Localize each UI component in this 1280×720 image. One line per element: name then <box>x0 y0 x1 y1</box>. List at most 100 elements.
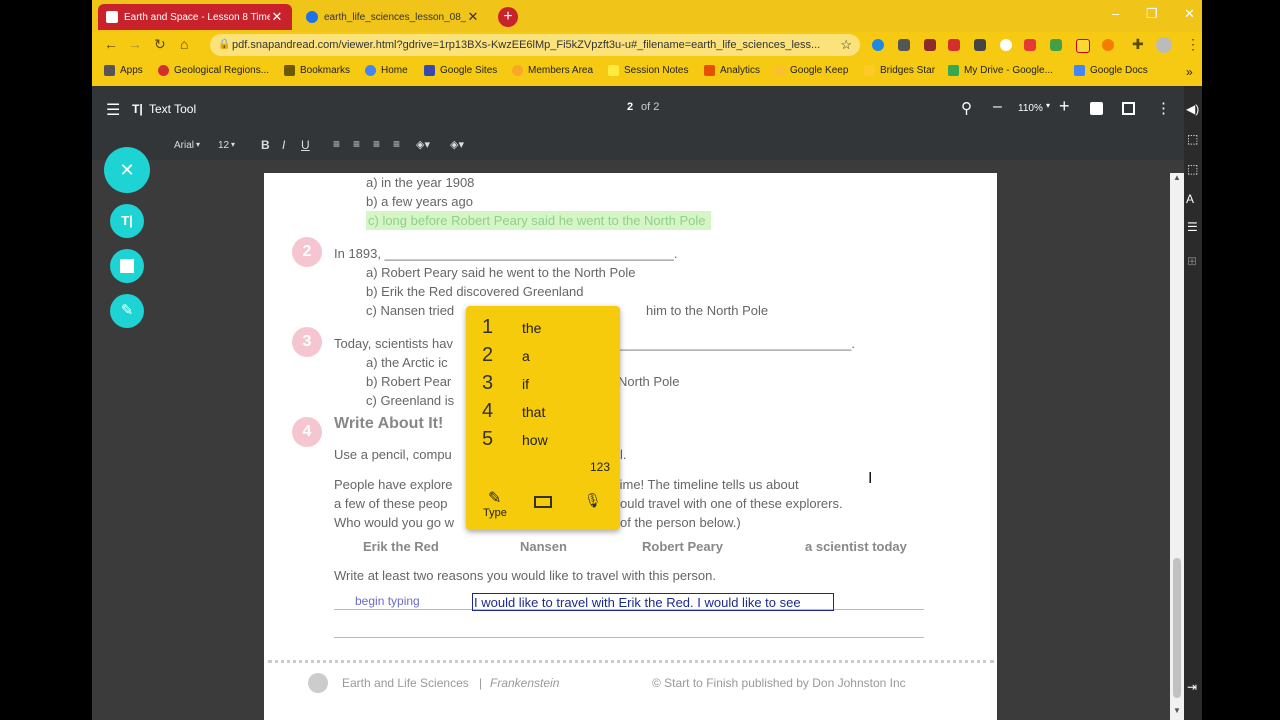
pdf-export-icon[interactable] <box>1122 102 1135 115</box>
numbering-toggle[interactable]: 123 <box>590 460 610 474</box>
speaker-icon[interactable]: ◀) <box>1186 102 1199 116</box>
more-bookmarks-chevron[interactable]: » <box>1186 65 1193 79</box>
close-window-button[interactable]: ✕ <box>1184 6 1195 22</box>
suggestion-item[interactable]: 1 the <box>466 314 620 342</box>
maximize-button[interactable]: ❐ <box>1146 6 1158 22</box>
extension-icon[interactable] <box>924 39 936 51</box>
shape-tool-button[interactable] <box>110 249 144 283</box>
exit-icon[interactable]: ⇥ <box>1187 680 1197 694</box>
suggestion-item[interactable]: 4 that <box>466 398 620 426</box>
menu-kebab-icon[interactable]: ⋮ <box>1186 36 1200 53</box>
bookmark-item[interactable]: Google Keep <box>774 65 848 76</box>
dictionary-book-icon[interactable] <box>534 496 552 508</box>
bookmark-item[interactable]: My Drive - Google... <box>948 65 1053 76</box>
bookmark-item[interactable]: Geological Regions... <box>158 65 269 76</box>
extension-icon[interactable] <box>1024 39 1036 51</box>
extension-icon[interactable] <box>872 39 884 51</box>
scroll-down-arrow[interactable]: ▼ <box>1173 706 1181 715</box>
reload-icon[interactable]: ↻ <box>154 36 166 53</box>
extension-icon[interactable] <box>1102 39 1114 51</box>
menu-kebab-icon[interactable]: ⋮ <box>1156 99 1171 117</box>
extension-icon[interactable] <box>974 39 986 51</box>
q2-option-b: b) Erik the Red discovered Greenland <box>366 284 584 299</box>
bookmark-item[interactable]: Google Sites <box>424 65 497 76</box>
align-center-icon[interactable]: ≡ <box>353 137 360 151</box>
align-right-icon[interactable]: ≡ <box>373 137 380 151</box>
close-tools-button[interactable]: ✕ <box>104 147 150 193</box>
italic-button[interactable]: I <box>282 138 285 152</box>
back-icon[interactable]: ← <box>104 36 118 52</box>
bookmarks-bar: Apps Geological Regions... Bookmarks Hom… <box>92 58 1202 86</box>
scroll-up-arrow[interactable]: ▲ <box>1173 173 1181 182</box>
tab-earth-and-space[interactable]: Earth and Space - Lesson 8 Time ✕ <box>98 4 292 30</box>
google-sites-icon <box>424 65 435 76</box>
font-settings-icon[interactable]: A <box>1186 192 1194 206</box>
bookmark-apps[interactable]: Apps <box>104 65 143 76</box>
microphone-icon[interactable]: 🎙 <box>584 492 602 509</box>
extension-icon[interactable] <box>1050 39 1062 51</box>
type-button[interactable]: Type <box>483 507 507 519</box>
home-icon[interactable]: ⌂ <box>180 36 188 52</box>
extension-icon[interactable] <box>1000 39 1012 51</box>
justify-icon[interactable]: ≡ <box>393 137 400 151</box>
browser-window: Earth and Space - Lesson 8 Time ✕ earth_… <box>92 0 1202 720</box>
font-select[interactable]: Arial <box>174 140 194 151</box>
bookmark-item[interactable]: Bookmarks <box>284 65 350 76</box>
close-tab-icon[interactable]: ✕ <box>466 9 480 25</box>
pen-tool-button[interactable]: ✎ <box>110 294 144 328</box>
q3-option-c: c) Greenland is <box>366 393 455 408</box>
selection-icon[interactable]: ⬚ <box>1187 132 1198 146</box>
bookmark-item[interactable]: Bridges Star <box>864 65 935 76</box>
new-tab-button[interactable]: + <box>498 7 518 27</box>
minimize-button[interactable]: – <box>1112 6 1119 21</box>
typed-text-box[interactable]: I would like to travel with Erik the Red… <box>472 593 834 611</box>
forward-icon[interactable]: → <box>128 36 142 52</box>
footer-series: Earth and Life Sciences <box>342 676 469 690</box>
translate-icon[interactable]: ⊞ <box>1187 254 1197 268</box>
font-size-select[interactable]: 12 <box>218 140 229 151</box>
bookmark-item[interactable]: Session Notes <box>608 65 688 76</box>
tab-earth-life-sciences[interactable]: earth_life_sciences_lesson_08_tin ✕ <box>298 4 488 30</box>
suggestion-item[interactable]: 2a <box>466 342 620 370</box>
bold-button[interactable]: B <box>261 138 270 152</box>
zoom-dropdown-chevron[interactable]: ▾ <box>1046 101 1050 110</box>
profile-avatar[interactable] <box>1156 37 1172 53</box>
highlight-color-icon[interactable]: ◈▾ <box>450 138 464 151</box>
paragraph-line-end: ould travel with one of these explorers. <box>620 496 843 511</box>
scrollbar-thumb[interactable] <box>1173 558 1181 698</box>
list-icon[interactable]: ☰ <box>1187 220 1198 234</box>
bookmark-item[interactable]: Analytics <box>704 65 760 76</box>
star-icon <box>284 65 295 76</box>
zoom-level[interactable]: 110% <box>1018 103 1043 114</box>
text-color-icon[interactable]: ◈▾ <box>416 138 430 151</box>
align-left-icon[interactable]: ≡ <box>333 137 340 151</box>
page-number-input[interactable]: 2 <box>627 101 633 113</box>
zoom-in-icon[interactable]: + <box>1059 96 1070 117</box>
bookmark-item[interactable]: Members Area <box>512 65 593 76</box>
tool-name: Text Tool <box>149 102 197 116</box>
suggestion-item[interactable]: 3 if <box>466 370 620 398</box>
extension-icon[interactable] <box>898 39 910 51</box>
begin-typing-hint[interactable]: begin typing <box>355 594 420 608</box>
bookmark-star-icon[interactable]: ☆ <box>840 34 852 56</box>
zoom-out-icon[interactable]: – <box>993 98 1002 116</box>
close-tab-icon[interactable]: ✕ <box>270 9 284 25</box>
pencil-icon[interactable]: ✎ <box>488 488 501 508</box>
save-icon[interactable] <box>1090 102 1103 115</box>
chevron-down-icon: ▾ <box>196 140 201 149</box>
extensions-puzzle-icon[interactable]: ✚ <box>1132 36 1144 53</box>
extension-icon[interactable] <box>948 39 960 51</box>
screenshot-icon[interactable]: ⬚ <box>1187 162 1198 176</box>
hamburger-menu-icon[interactable]: ☰ <box>106 100 120 120</box>
url-bar[interactable]: 🔒 pdf.snapandread.com/viewer.html?gdrive… <box>210 34 860 56</box>
bookmark-item[interactable]: Home <box>365 65 408 76</box>
suggestion-item[interactable]: 5 how <box>466 426 620 454</box>
extension-icon[interactable] <box>1076 39 1090 53</box>
bookmark-item[interactable]: Google Docs <box>1074 65 1148 76</box>
vertical-scrollbar[interactable]: ▲ ▼ <box>1170 173 1184 720</box>
classroom-icon <box>106 11 118 23</box>
text-tool-button[interactable]: T| <box>110 204 144 238</box>
paragraph-line: Who would you go w <box>334 515 454 530</box>
search-icon[interactable]: ⚲ <box>961 99 972 117</box>
underline-button[interactable]: U <box>301 138 310 152</box>
